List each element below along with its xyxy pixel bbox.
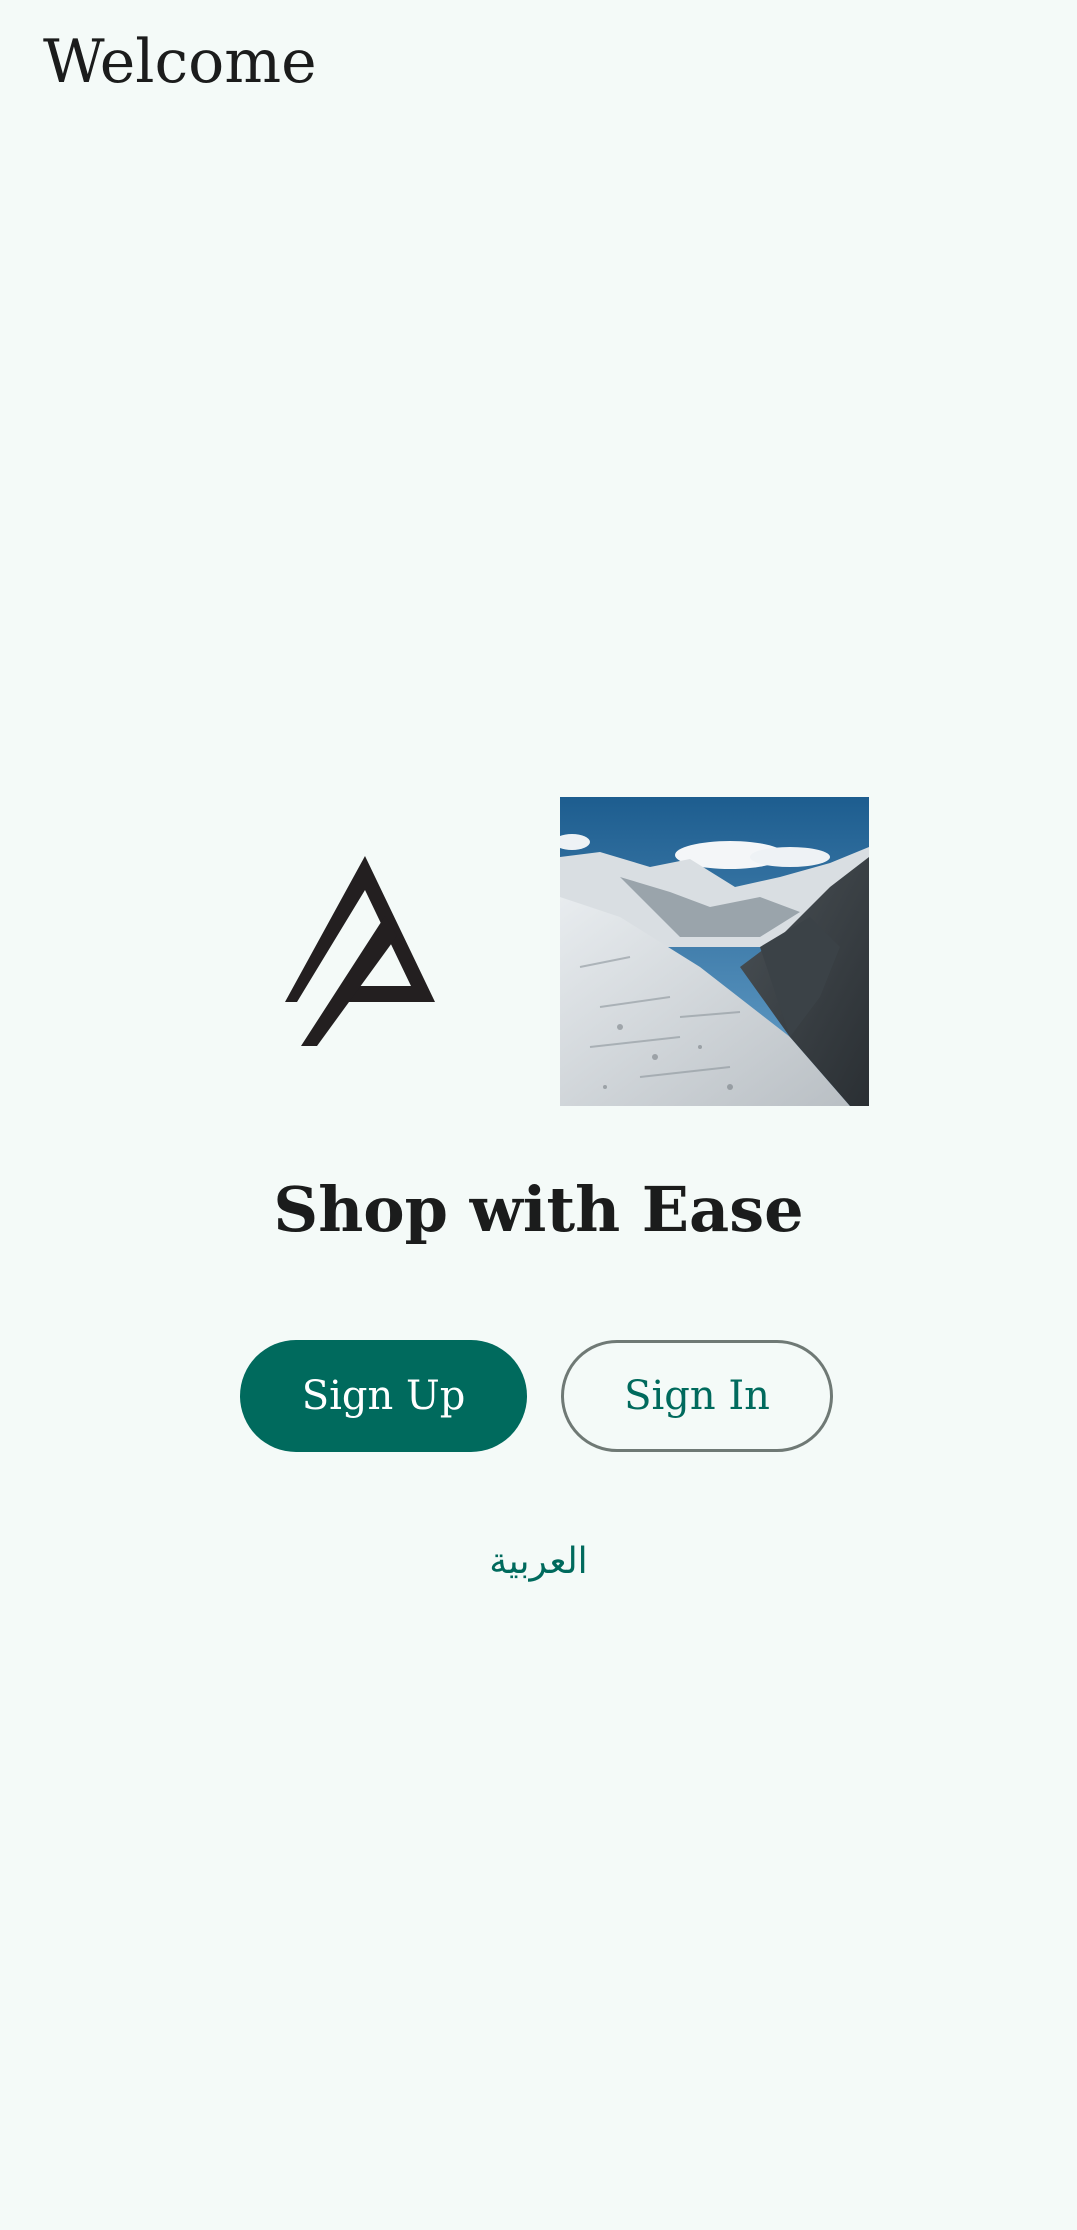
page-title: Welcome [43, 27, 317, 97]
mountain-landscape-image [560, 797, 869, 1106]
sign-up-button[interactable]: Sign Up [240, 1340, 527, 1452]
headline: Shop with Ease [273, 1173, 804, 1246]
language-switch-link[interactable]: العربية [0, 1532, 1077, 1592]
app-bar: Welcome [0, 0, 1077, 130]
brand-logo-icon [285, 856, 435, 1046]
hero-images [0, 797, 1077, 1107]
sign-in-button[interactable]: Sign In [561, 1340, 833, 1452]
